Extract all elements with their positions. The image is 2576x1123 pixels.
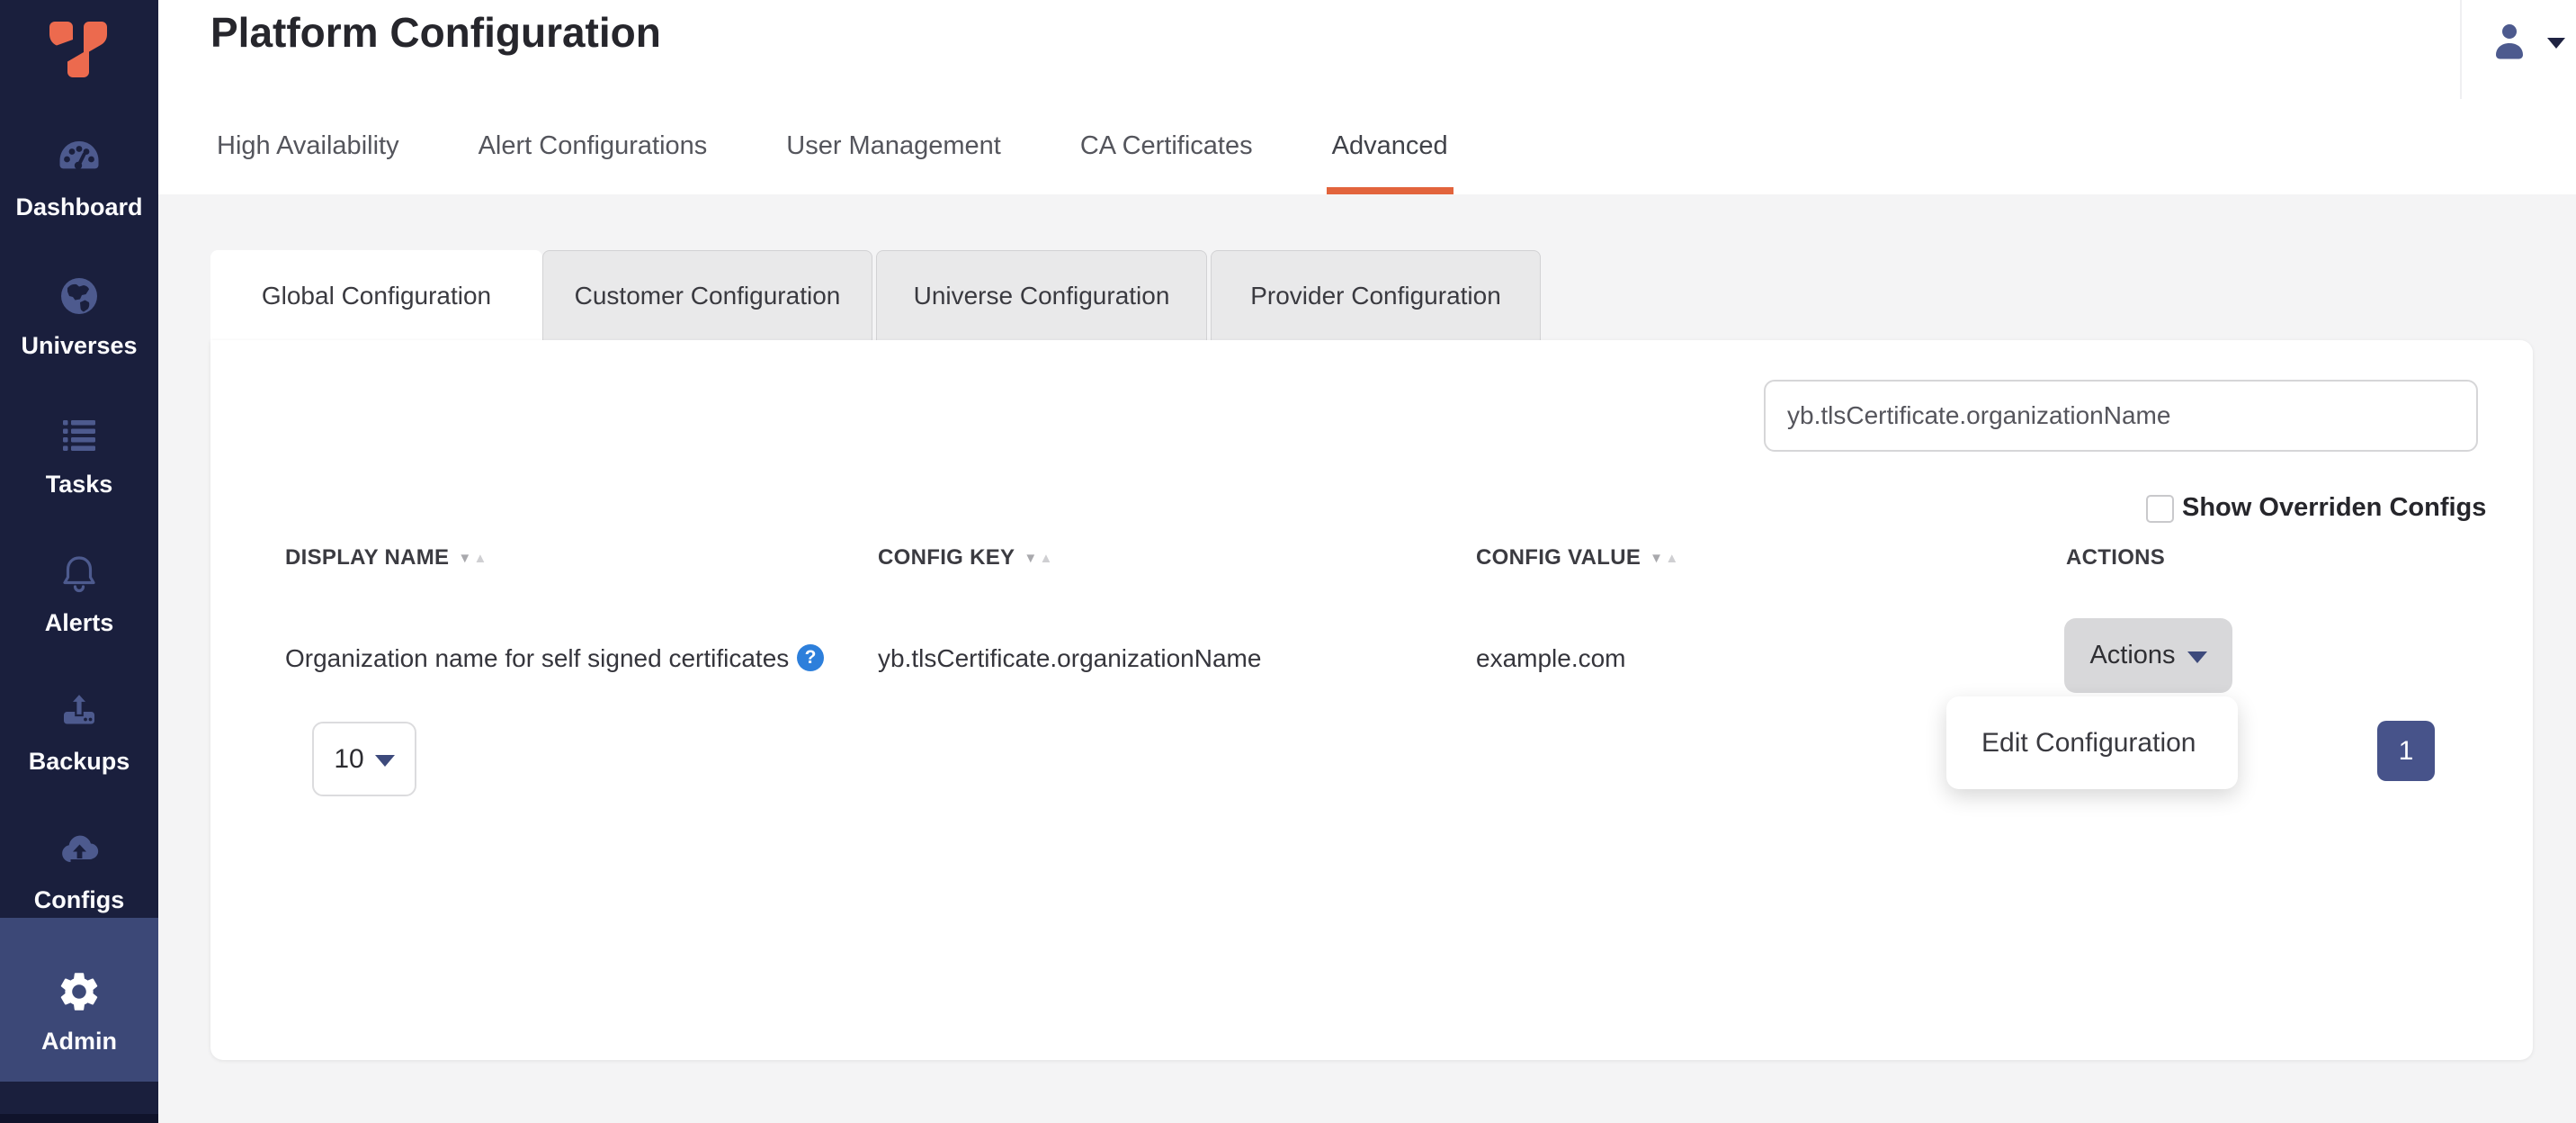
sidebar-item-configs[interactable]: Configs — [0, 827, 158, 915]
user-menu-button[interactable] — [2488, 16, 2576, 74]
sidebar-item-label: Universes — [0, 330, 158, 361]
dashboard-gauge-icon — [56, 134, 103, 181]
alerts-bell-icon — [56, 550, 103, 597]
tab-provider-configuration[interactable]: Provider Configuration — [1211, 250, 1541, 340]
page-title: Platform Configuration — [210, 5, 661, 59]
chevron-down-icon — [375, 755, 395, 767]
column-header-actions: ACTIONS — [2066, 542, 2165, 574]
sidebar-item-admin[interactable]: Admin — [0, 918, 158, 1082]
sidebar-item-label: Admin — [0, 1026, 158, 1056]
sidebar: Dashboard Universes Tasks — [0, 0, 158, 1123]
sidebar-item-label: Dashboard — [0, 192, 158, 222]
cell-config-value: example.com — [1476, 642, 1626, 675]
column-header-display-name[interactable]: DISPLAY NAME ▼▲ — [285, 542, 487, 574]
tab-customer-configuration[interactable]: Customer Configuration — [542, 250, 872, 340]
cell-display-name: Organization name for self signed certif… — [285, 642, 789, 675]
show-overriden-configs-label[interactable]: Show Overriden Configs — [2182, 493, 2486, 523]
config-search-input[interactable] — [1764, 380, 2478, 452]
sidebar-item-tasks[interactable]: Tasks — [0, 411, 158, 499]
sidebar-item-backups[interactable]: Backups — [0, 688, 158, 777]
tab-high-availability[interactable]: High Availability — [177, 97, 439, 194]
global-configuration-panel: Show Overriden Configs DISPLAY NAME ▼▲ C… — [210, 340, 2533, 1060]
tab-ca-certificates[interactable]: CA Certificates — [1041, 97, 1292, 194]
platform-configuration-page: Dashboard Universes Tasks — [0, 0, 2576, 1123]
chevron-down-icon — [2547, 38, 2565, 49]
tab-alert-configurations[interactable]: Alert Configurations — [439, 97, 747, 194]
tab-advanced[interactable]: Advanced — [1292, 97, 1488, 194]
tab-user-management[interactable]: User Management — [747, 97, 1041, 194]
admin-gear-icon — [56, 968, 103, 1015]
header-divider — [2460, 0, 2462, 99]
row-actions-button[interactable]: Actions — [2064, 618, 2232, 693]
sidebar-item-label: Tasks — [0, 469, 158, 499]
chevron-down-icon — [2187, 651, 2207, 663]
column-header-config-value[interactable]: CONFIG VALUE ▼▲ — [1476, 542, 1678, 574]
page-size-dropdown[interactable]: 10 — [312, 722, 416, 796]
sidebar-item-alerts[interactable]: Alerts — [0, 550, 158, 638]
nav-tabs: High Availability Alert Configurations U… — [177, 97, 1488, 194]
tasks-list-icon — [56, 411, 103, 458]
yugabyte-logo-icon[interactable] — [49, 22, 107, 77]
show-overriden-configs-checkbox[interactable] — [2146, 495, 2174, 523]
sidebar-bottom-strip — [0, 1114, 158, 1123]
tab-universe-configuration[interactable]: Universe Configuration — [876, 250, 1207, 340]
actions-dropdown-menu: Edit Configuration — [1946, 696, 2238, 789]
sidebar-item-label: Alerts — [0, 607, 158, 638]
column-header-config-key[interactable]: CONFIG KEY ▼▲ — [878, 542, 1053, 574]
sidebar-item-label: Backups — [0, 746, 158, 777]
menu-item-edit-configuration[interactable]: Edit Configuration — [1946, 696, 2238, 789]
universes-globe-icon — [56, 273, 103, 319]
help-question-icon[interactable]: ? — [797, 644, 824, 671]
sort-icon: ▼▲ — [1024, 552, 1052, 565]
header: Platform Configuration High Availability… — [158, 0, 2576, 194]
configs-cloud-icon — [56, 827, 103, 874]
sort-icon: ▼▲ — [1650, 552, 1678, 565]
tab-global-configuration[interactable]: Global Configuration — [210, 250, 542, 340]
cell-config-key: yb.tlsCertificate.organizationName — [878, 642, 1261, 675]
sidebar-item-universes[interactable]: Universes — [0, 273, 158, 361]
sidebar-item-label: Configs — [0, 885, 158, 915]
config-scope-tabs: Global Configuration Customer Configurat… — [210, 250, 1541, 340]
backups-upload-icon — [56, 688, 103, 735]
sidebar-item-dashboard[interactable]: Dashboard — [0, 134, 158, 222]
sort-icon: ▼▲ — [458, 552, 487, 565]
user-icon — [2488, 20, 2531, 63]
pagination-page-1-button[interactable]: 1 — [2377, 721, 2435, 781]
